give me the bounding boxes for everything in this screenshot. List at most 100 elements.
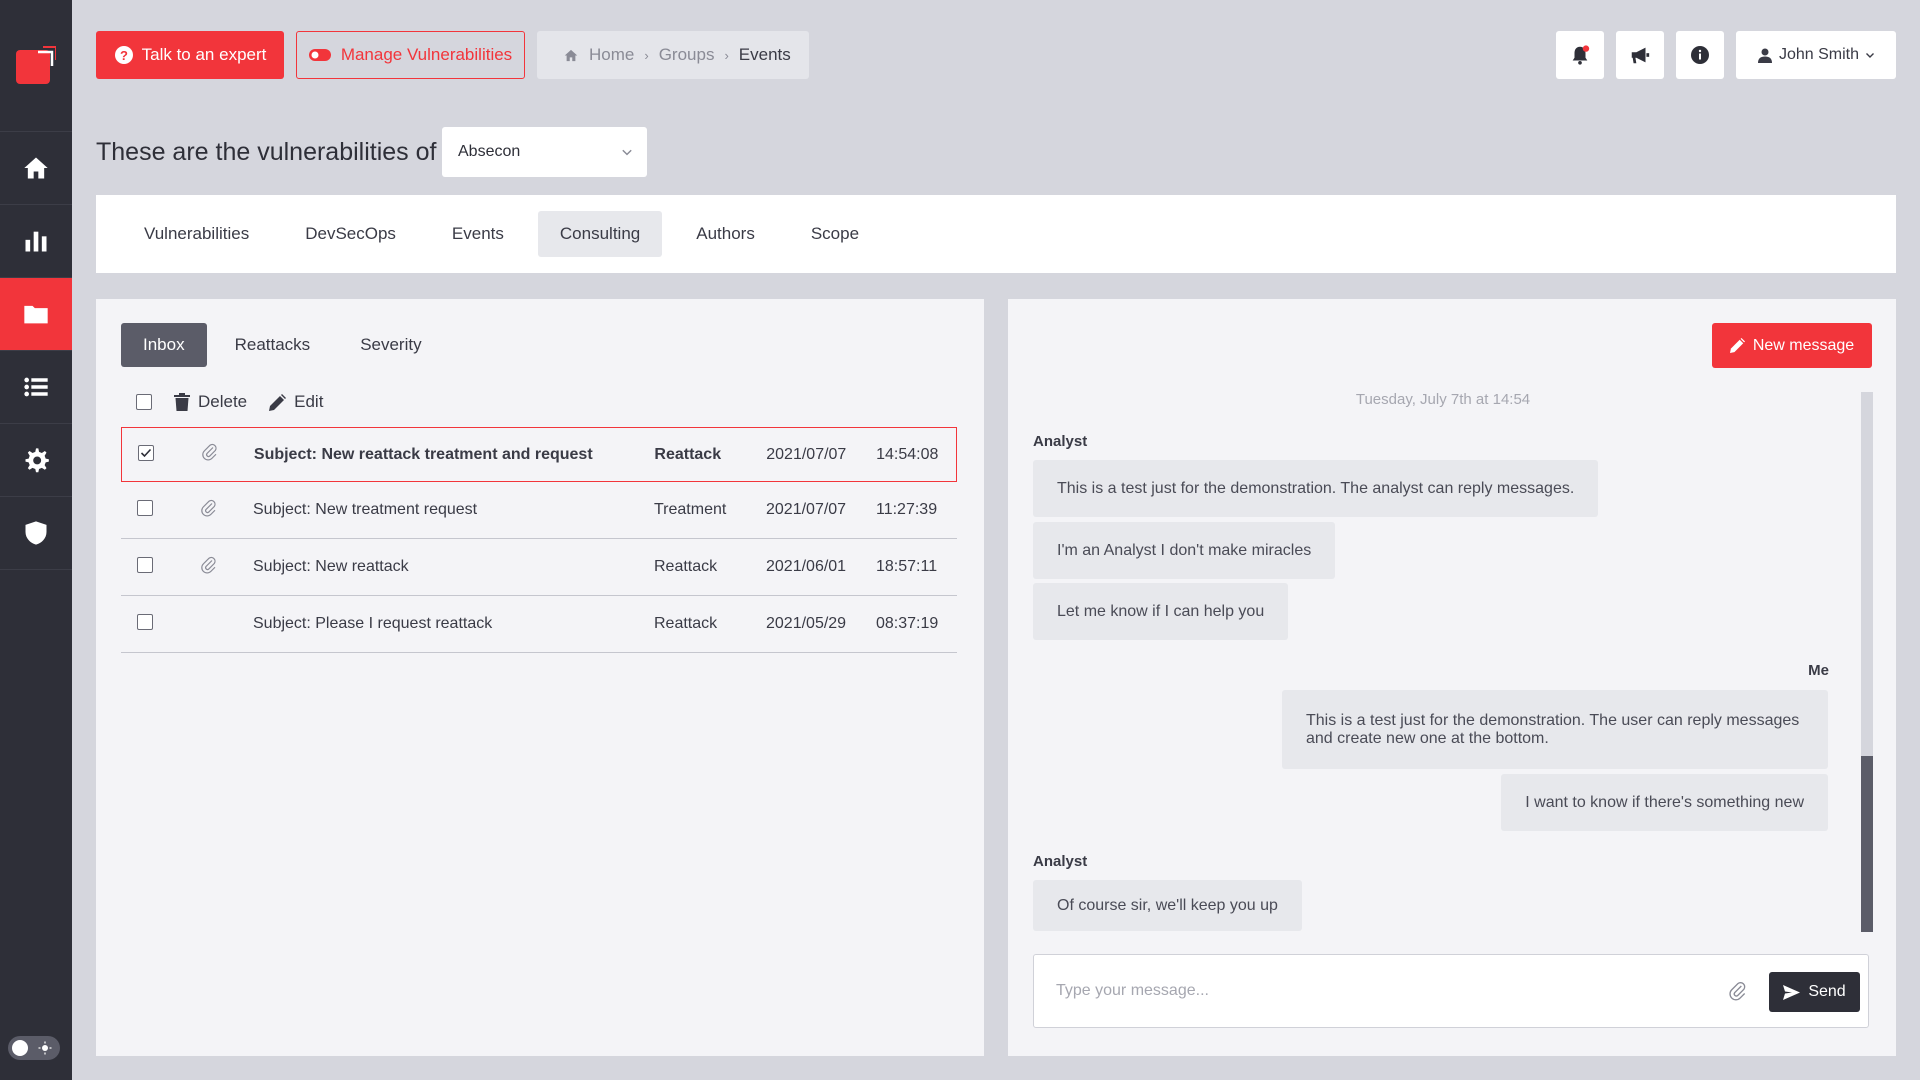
message-bubble: I want to know if there's something new — [1501, 774, 1828, 831]
attach-icon[interactable] — [1728, 981, 1748, 1001]
sidebar-item-security[interactable] — [0, 497, 72, 570]
sidebar-item-settings[interactable] — [0, 424, 72, 497]
message-time: 18:57:11 — [876, 558, 938, 575]
message-bubble: This is a test just for the demonstratio… — [1282, 690, 1828, 769]
message-date: 2021/06/01 — [766, 558, 847, 575]
pencil-icon — [1729, 338, 1745, 353]
sidebar-item-groups[interactable] — [0, 278, 72, 351]
message-type: Reattack — [654, 445, 722, 463]
send-icon — [1783, 984, 1801, 1000]
user-name: John Smith — [1778, 46, 1860, 63]
tab-scope[interactable]: Scope — [789, 211, 881, 257]
delete-button[interactable]: Delete — [174, 392, 247, 412]
tab-vulnerabilities[interactable]: Vulnerabilities — [122, 211, 271, 257]
home-small-icon — [564, 49, 578, 61]
folder-icon — [24, 305, 48, 324]
edit-label: Edit — [294, 392, 324, 411]
trash-icon — [174, 393, 190, 411]
message-time: 11:27:39 — [876, 501, 938, 518]
message-row[interactable]: Subject: New treatment request Treatment… — [121, 482, 957, 539]
tab-consulting[interactable]: Consulting — [537, 211, 663, 257]
list-icon — [24, 377, 48, 397]
info-button[interactable] — [1676, 31, 1724, 79]
subtab-reattacks[interactable]: Reattacks — [213, 323, 333, 367]
message-bubble: Let me know if I can help you — [1033, 583, 1289, 640]
pencil-icon — [269, 393, 287, 411]
message-input[interactable] — [1034, 955, 1714, 1027]
new-message-button[interactable]: New message — [1712, 323, 1872, 368]
message-row[interactable]: Subject: New reattack Reattack 2021/06/0… — [121, 539, 957, 596]
check-icon — [140, 448, 152, 458]
message-row[interactable]: Subject: New reattack treatment and requ… — [121, 427, 957, 482]
tab-events[interactable]: Events — [430, 211, 526, 257]
tab-authors[interactable]: Authors — [674, 211, 777, 257]
sender-label-me: Me — [1808, 662, 1829, 679]
bell-icon — [1572, 45, 1590, 65]
message-composer: Send — [1033, 954, 1869, 1028]
select-all-checkbox[interactable] — [136, 394, 152, 410]
send-button[interactable]: Send — [1769, 972, 1860, 1012]
sidebar-item-home[interactable] — [0, 132, 72, 205]
breadcrumb: Home › Groups › Events — [537, 31, 809, 79]
sidebar-item-list[interactable] — [0, 351, 72, 424]
announcements-button[interactable] — [1616, 31, 1664, 79]
message-bubble: I'm an Analyst I don't make miracles — [1033, 522, 1336, 579]
chat-date: Tuesday, July 7th at 14:54 — [1355, 391, 1531, 408]
manage-vulnerabilities-label: Manage Vulnerabilities — [340, 45, 513, 64]
edit-button[interactable]: Edit — [269, 392, 323, 412]
row-checkbox[interactable] — [137, 613, 153, 630]
sun-icon — [38, 1041, 52, 1055]
chart-icon — [25, 231, 47, 252]
conversation-panel: New message Tuesday, July 7th at 14:54 A… — [1008, 299, 1896, 1056]
message-bubble: This is a test just for the demonstratio… — [1033, 460, 1599, 517]
message-row[interactable]: Subject: Please I request reattack Reatt… — [121, 596, 957, 653]
paperclip-icon — [201, 499, 216, 517]
svg-text:?: ? — [120, 48, 128, 63]
shield-icon — [25, 521, 47, 545]
group-select[interactable]: Absecon — [442, 127, 647, 177]
breadcrumb-groups[interactable]: Groups — [659, 45, 715, 65]
page-title: These are the vulnerabilities of — [96, 138, 437, 166]
message-subject: Subject: New reattack — [253, 558, 409, 575]
chevron-down-icon — [622, 149, 632, 156]
row-checkbox[interactable] — [137, 556, 153, 573]
subtab-severity[interactable]: Severity — [338, 323, 443, 367]
chat-thread: Tuesday, July 7th at 14:54 Analyst This … — [1033, 391, 1853, 931]
subtab-inbox[interactable]: Inbox — [121, 323, 207, 367]
breadcrumb-home[interactable]: Home — [589, 45, 634, 65]
toggle-pill-icon — [308, 49, 331, 61]
message-list: Subject: New reattack treatment and requ… — [121, 427, 957, 653]
notifications-button[interactable] — [1556, 31, 1604, 79]
info-icon — [1691, 46, 1709, 64]
theme-toggle[interactable] — [8, 1036, 60, 1060]
talk-to-expert-label: Talk to an expert — [141, 45, 267, 64]
message-date: 2021/07/07 — [766, 445, 847, 463]
message-subject: Subject: New reattack treatment and requ… — [253, 445, 593, 463]
delete-label: Delete — [198, 392, 248, 411]
megaphone-icon — [1631, 47, 1650, 64]
home-icon — [24, 157, 48, 179]
paperclip-icon — [201, 556, 216, 574]
row-checkbox[interactable] — [137, 499, 153, 516]
manage-vulnerabilities-button[interactable]: Manage Vulnerabilities — [296, 31, 525, 79]
message-time: 08:37:19 — [876, 615, 939, 632]
row-checkbox-checked[interactable] — [138, 445, 154, 461]
chevron-right-icon: › — [724, 47, 729, 63]
tab-devsecops[interactable]: DevSecOps — [283, 211, 418, 257]
question-icon: ? — [114, 46, 133, 64]
group-select-value: Absecon — [458, 143, 521, 160]
talk-to-expert-button[interactable]: ? Talk to an expert — [96, 31, 284, 79]
chat-scrollbar-thumb[interactable] — [1861, 756, 1873, 932]
user-icon — [1757, 48, 1772, 63]
message-bubble: Of course sir, we'll keep you up — [1033, 880, 1302, 931]
sidebar-item-analytics[interactable] — [0, 205, 72, 278]
message-type: Reattack — [654, 615, 718, 632]
user-menu-button[interactable]: John Smith — [1736, 31, 1896, 79]
message-time: 14:54:08 — [876, 445, 939, 463]
sidebar — [0, 0, 72, 1080]
section-tabs: Vulnerabilities DevSecOps Events Consult… — [96, 195, 1896, 273]
message-type: Reattack — [654, 558, 718, 575]
sender-label-analyst: Analyst — [1033, 853, 1088, 870]
message-subject: Subject: Please I request reattack — [253, 615, 493, 632]
chevron-down-icon — [1866, 53, 1875, 58]
